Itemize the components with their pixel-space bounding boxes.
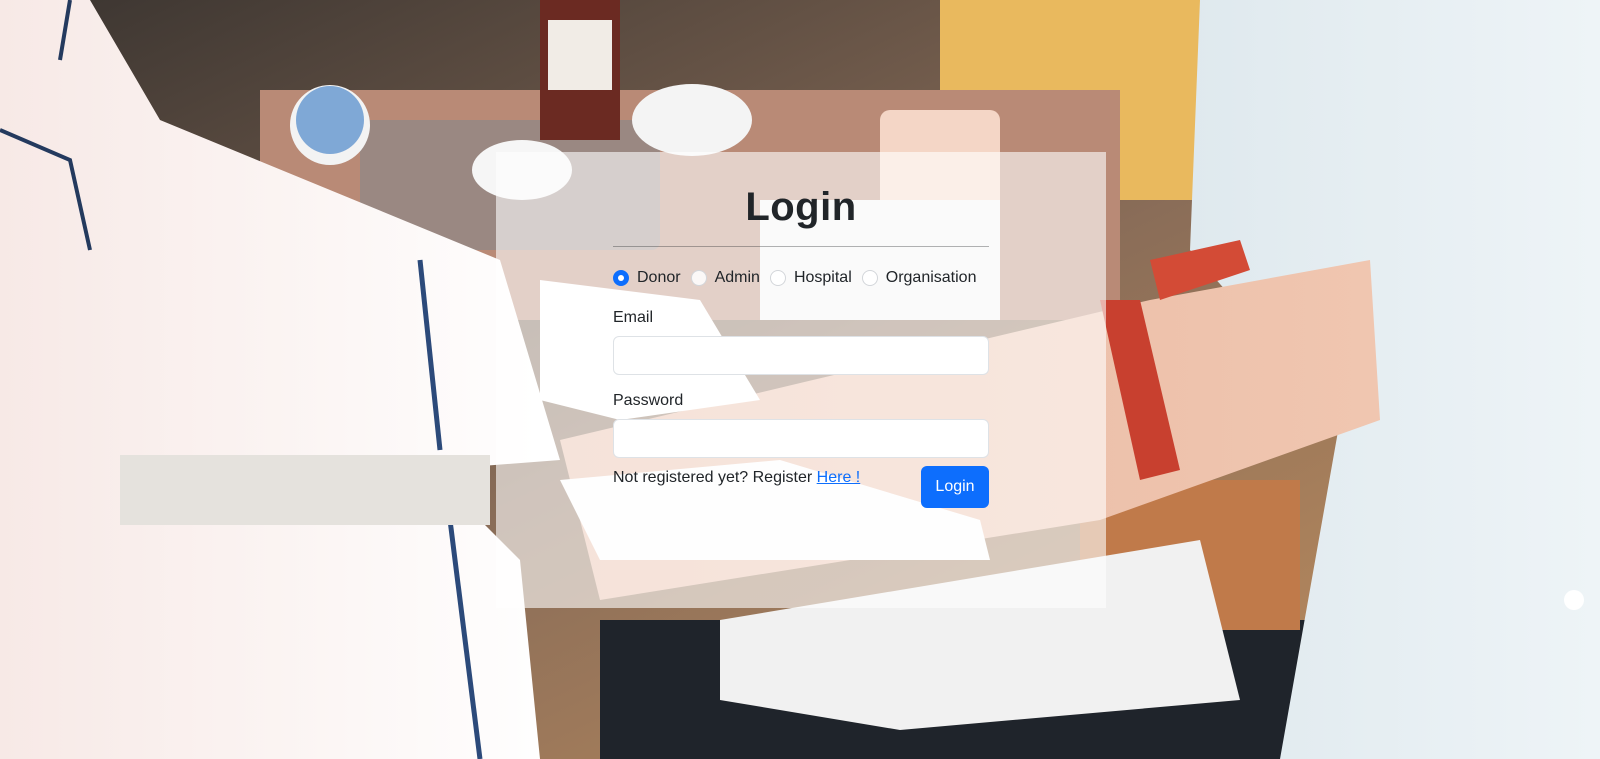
- title-divider: [613, 246, 989, 247]
- admin-label: Admin: [714, 269, 760, 286]
- register-prompt-text: Not registered yet? Register: [613, 469, 817, 486]
- role-option-admin[interactable]: Admin: [690, 269, 760, 287]
- donor-radio[interactable]: [613, 270, 629, 286]
- role-option-donor[interactable]: Donor: [613, 269, 681, 287]
- hospital-radio[interactable]: [769, 270, 786, 286]
- form-footer: Not registered yet? Register Here ! Logi…: [613, 462, 989, 508]
- login-form: Login Donor Admin Hospital Organisation …: [613, 182, 989, 508]
- admin-radio[interactable]: [690, 270, 707, 286]
- organisation-radio[interactable]: [861, 270, 878, 286]
- email-label: Email: [613, 309, 654, 326]
- register-link[interactable]: Here !: [817, 469, 861, 486]
- register-prompt: Not registered yet? Register Here !: [613, 469, 860, 487]
- login-card: Login Donor Admin Hospital Organisation …: [496, 152, 1106, 608]
- role-option-organisation[interactable]: Organisation: [861, 269, 977, 287]
- password-field[interactable]: [613, 419, 989, 458]
- login-button[interactable]: Login: [921, 466, 989, 508]
- login-title: Login: [745, 185, 857, 229]
- email-field[interactable]: [613, 336, 989, 375]
- role-option-hospital[interactable]: Hospital: [769, 269, 852, 287]
- organisation-label: Organisation: [885, 269, 977, 286]
- donor-label: Donor: [637, 269, 681, 286]
- password-label: Password: [613, 392, 684, 409]
- login-page: Login Donor Admin Hospital Organisation …: [0, 0, 1600, 759]
- role-selector: Donor Admin Hospital Organisation: [613, 266, 989, 290]
- hospital-label: Hospital: [793, 269, 852, 286]
